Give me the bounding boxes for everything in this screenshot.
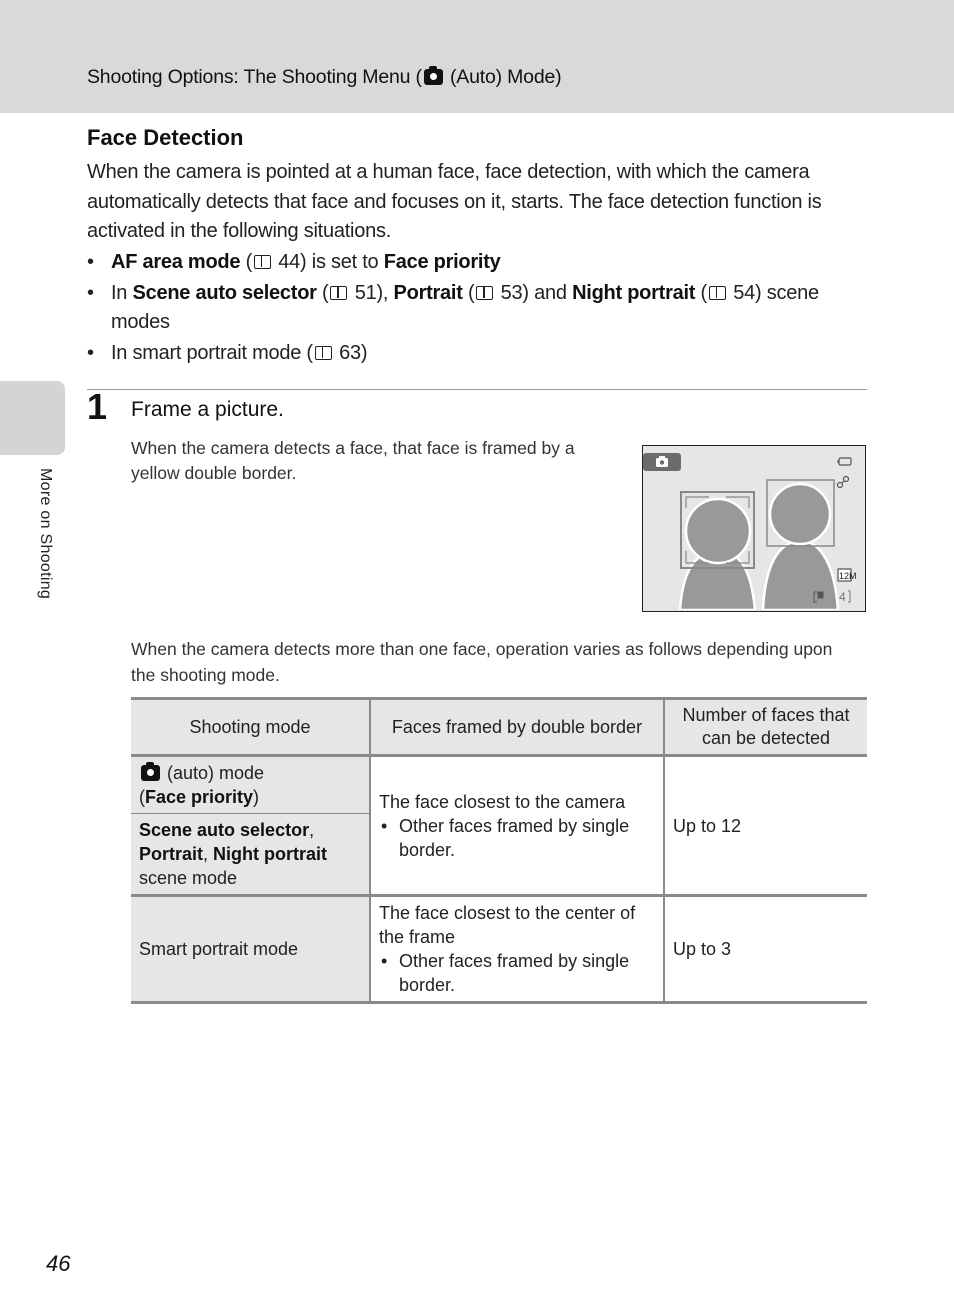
setting-name: AF area mode	[111, 251, 241, 273]
framed-cell: The face closest to the camera Other fac…	[369, 755, 664, 897]
header-title-suffix: (Auto) Mode)	[444, 66, 562, 88]
header-title-prefix: Shooting Options: The Shooting Menu (	[87, 66, 422, 88]
chapter-tab[interactable]	[0, 381, 65, 455]
setting-name: Portrait	[393, 282, 463, 304]
book-reference-icon	[253, 255, 271, 269]
header-faces-framed: Faces framed by double border	[369, 697, 664, 757]
vibration-reduction-icon	[836, 475, 850, 489]
face-detection-table: Shooting mode Faces framed by double bor…	[131, 697, 867, 1004]
person-left	[678, 497, 757, 611]
battery-icon	[837, 457, 852, 466]
framed-bullet: Other faces framed by single border.	[379, 814, 655, 862]
condition-text: 51),	[349, 282, 394, 304]
section-divider	[87, 389, 867, 390]
condition-text: (	[695, 282, 708, 304]
mode-text: scene mode	[139, 868, 238, 888]
mode-bold: Scene auto selector	[139, 820, 310, 840]
activation-conditions-list: AF area mode ( 44) is set to Face priori…	[87, 248, 877, 370]
header-faces-count: Number of faces that can be detected	[663, 697, 867, 757]
exposures-remaining: 4	[839, 590, 846, 604]
condition-text: In	[111, 282, 133, 304]
intro-paragraph: When the camera is pointed at a human fa…	[87, 161, 822, 242]
step-description: When the camera detects a face, that fac…	[131, 438, 575, 483]
framed-cell: The face closest to the center of the fr…	[369, 895, 664, 1004]
table-header-row: Shooting mode Faces framed by double bor…	[131, 697, 867, 757]
mode-text: ,	[203, 844, 214, 864]
condition-text: 63)	[333, 342, 368, 364]
camera-auto-icon	[423, 66, 443, 85]
condition-text: (	[462, 282, 475, 304]
condition-text: In smart portrait mode (	[111, 342, 313, 364]
page-header	[0, 0, 954, 113]
mode-cell-auto: (auto) mode (Face priority)	[131, 755, 370, 814]
setting-name: Scene auto selector	[132, 282, 317, 304]
mode-bold: Portrait	[139, 844, 204, 864]
table-row: (auto) mode (Face priority) The face clo…	[131, 755, 867, 897]
condition-item: In Scene auto selector ( 51), Portrait (…	[87, 279, 877, 337]
framed-bullet: Other faces framed by single border.	[379, 949, 655, 997]
condition-text: (	[240, 251, 253, 273]
step-number: 1	[87, 386, 108, 427]
image-size-text: 12M	[839, 571, 857, 581]
framed-text: The face closest to the camera	[379, 791, 626, 812]
page-number: 46	[46, 1251, 71, 1276]
camera-auto-icon	[141, 762, 160, 781]
book-reference-icon	[330, 286, 348, 300]
condition-text: (	[316, 282, 329, 304]
header-title: Shooting Options: The Shooting Menu ( (A…	[87, 66, 562, 89]
image-size-indicator: 12M	[837, 568, 857, 582]
condition-text: 44) is set to	[272, 251, 384, 273]
mode-cell-scene: Scene auto selector, Portrait, Night por…	[131, 813, 370, 897]
framed-text: The face closest to the center of the fr…	[379, 903, 636, 947]
mode-text: ,	[309, 820, 315, 840]
mode-bold: Night portrait	[213, 844, 328, 864]
monitor-drawing: 12M 4	[643, 453, 857, 611]
setting-name: Night portrait	[572, 282, 696, 304]
multi-face-description: When the camera detects more than one fa…	[131, 639, 833, 685]
count-cell: Up to 3	[663, 895, 867, 1004]
chapter-tab-label: More on Shooting	[37, 468, 54, 600]
setting-name: Face priority	[383, 251, 501, 273]
book-reference-icon	[476, 286, 494, 300]
person-right	[761, 482, 840, 611]
step-title: Frame a picture.	[131, 398, 284, 421]
condition-item: AF area mode ( 44) is set to Face priori…	[87, 248, 877, 277]
mode-text: (auto) mode	[162, 763, 265, 783]
header-shooting-mode: Shooting mode	[131, 697, 370, 757]
mode-bold: Face priority	[145, 787, 254, 807]
condition-text: 53) and	[495, 282, 573, 304]
camera-monitor-illustration: 12M 4	[642, 445, 866, 612]
book-reference-icon	[708, 286, 726, 300]
mode-cell-smart: Smart portrait mode	[131, 895, 370, 1004]
table-row: Smart portrait mode The face closest to …	[131, 895, 867, 1004]
book-reference-icon	[314, 346, 332, 360]
condition-item: In smart portrait mode ( 63)	[87, 339, 877, 368]
section-title: Face Detection	[87, 125, 244, 150]
count-cell: Up to 12	[663, 755, 867, 897]
mode-text: )	[253, 787, 260, 807]
